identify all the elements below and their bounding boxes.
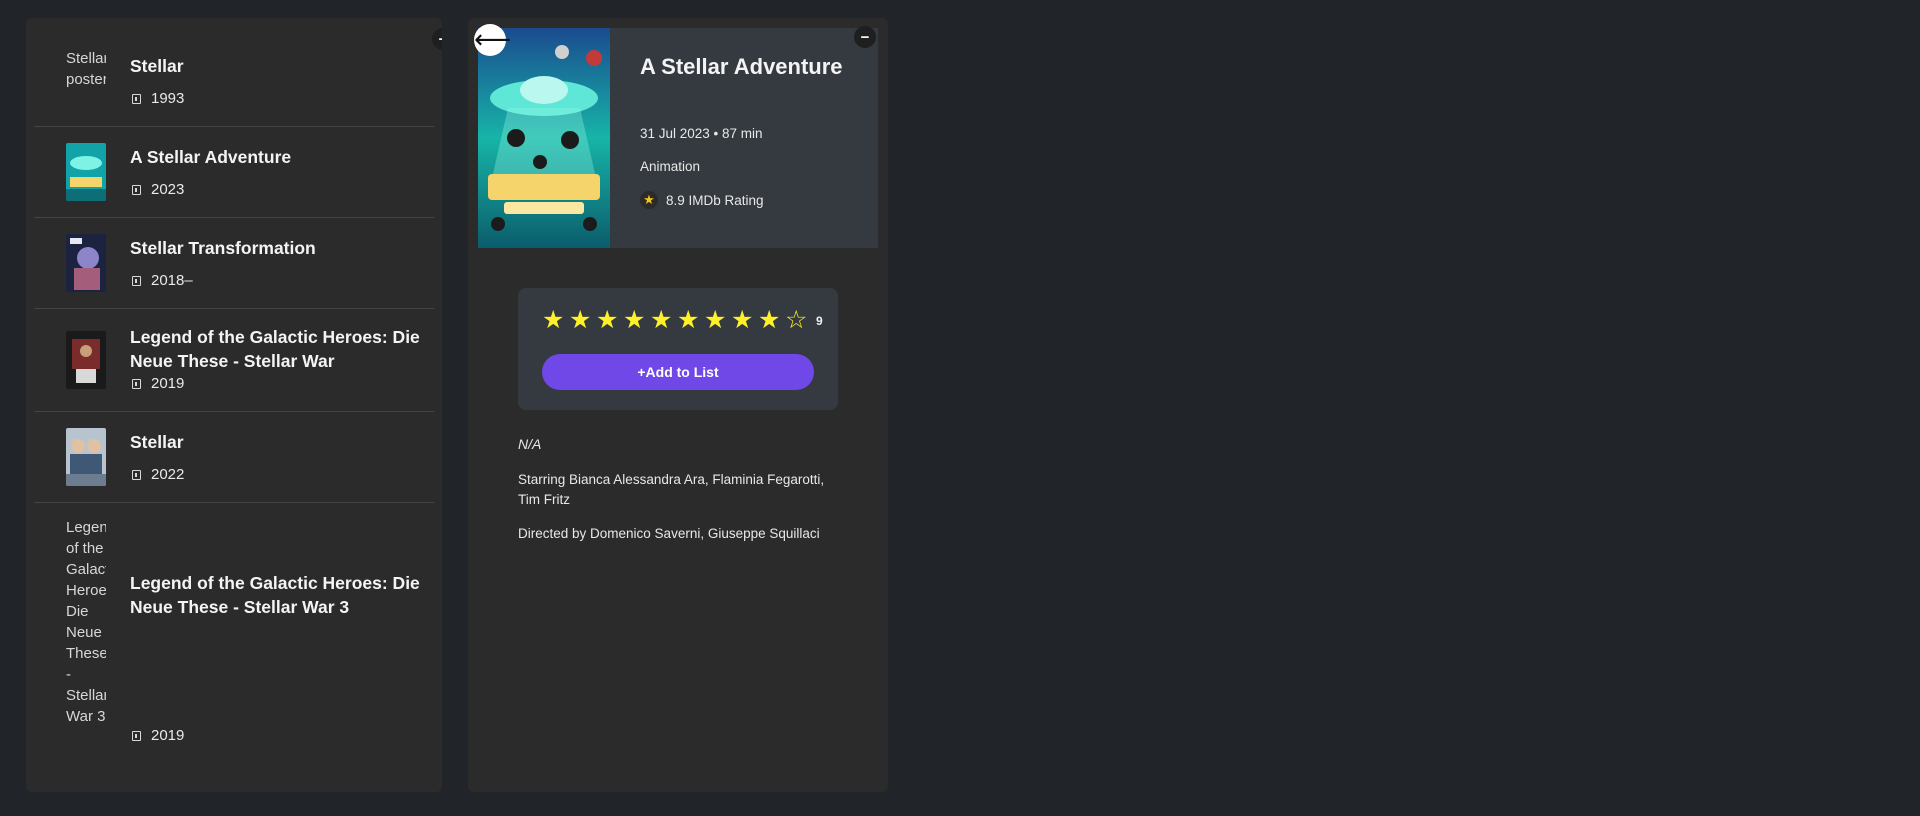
calendar-icon bbox=[132, 378, 141, 389]
add-to-list-button[interactable]: +Add to List bbox=[542, 354, 814, 390]
movie-poster bbox=[66, 331, 106, 389]
movie-hero: A Stellar Adventure 31 Jul 2023 • 87 min… bbox=[478, 28, 878, 248]
movie-list: Stellar poster Stellar 1993 A Stellar Ad… bbox=[34, 26, 434, 792]
movie-title: Legend of the Galactic Heroes: Die Neue … bbox=[130, 327, 420, 371]
year-text: 2022 bbox=[151, 466, 185, 483]
year-text: 2023 bbox=[151, 181, 185, 198]
movie-poster-broken: Legend of the Galactic Heroes: Die Neue … bbox=[66, 517, 106, 787]
directed-text: Directed by Domenico Saverni, Giuseppe S… bbox=[518, 526, 820, 541]
search-results-panel: − Stellar poster Stellar 1993 A Stellar bbox=[26, 18, 442, 792]
movie-title: A Stellar Adventure bbox=[640, 54, 843, 79]
release-info: 31 Jul 2023 • 87 min bbox=[640, 126, 763, 141]
movie-list-item[interactable]: A Stellar Adventure 2023 bbox=[34, 127, 434, 218]
movie-list-item[interactable]: Stellar Transformation 2018– bbox=[34, 218, 434, 309]
poster-image bbox=[66, 331, 106, 389]
movie-year: 2023 bbox=[132, 181, 184, 198]
plot-text: N/A bbox=[518, 436, 542, 452]
movie-list-item[interactable]: Legend of the Galactic Heroes: Die Neue … bbox=[34, 309, 434, 412]
movie-title: A Stellar Adventure bbox=[130, 147, 292, 167]
star-filled-icon[interactable]: ★ bbox=[569, 308, 596, 333]
calendar-icon bbox=[132, 469, 141, 480]
star-filled-icon[interactable]: ★ bbox=[704, 308, 731, 333]
year-text: 1993 bbox=[151, 90, 185, 107]
star-rating[interactable]: ★ ★ ★ ★ ★ ★ ★ ★ ★ ☆ 9 bbox=[542, 308, 823, 333]
poster-image bbox=[478, 28, 610, 248]
year-text: 2018– bbox=[151, 272, 193, 289]
movie-list-item[interactable]: Stellar 2022 bbox=[34, 412, 434, 503]
poster-alt-text: Stellar poster bbox=[66, 50, 106, 88]
movie-poster bbox=[478, 28, 610, 248]
back-button[interactable]: ⟵ bbox=[474, 24, 511, 56]
movie-year: 1993 bbox=[132, 90, 184, 107]
movie-title: Stellar bbox=[130, 56, 184, 76]
movie-poster bbox=[66, 428, 106, 486]
star-filled-icon[interactable]: ★ bbox=[623, 308, 650, 333]
poster-image bbox=[66, 143, 106, 201]
star-filled-icon[interactable]: ★ bbox=[596, 308, 623, 333]
imdb-rating-text: 8.9 IMDb Rating bbox=[666, 192, 764, 208]
movie-poster bbox=[66, 234, 106, 292]
star-filled-icon[interactable]: ★ bbox=[758, 308, 785, 333]
imdb-rating: ★ 8.9 IMDb Rating bbox=[640, 191, 764, 209]
calendar-icon bbox=[132, 275, 141, 286]
starring-text: Starring Bianca Alessandra Ara, Flaminia… bbox=[518, 472, 825, 507]
movie-list-item[interactable]: Stellar poster Stellar 1993 bbox=[34, 26, 434, 127]
rating-value: 9 bbox=[816, 313, 823, 328]
movie-list-item[interactable]: Legend of the Galactic Heroes: Die Neue … bbox=[34, 503, 434, 792]
poster-alt-text: Legend of the Galactic Heroes: Die Neue … bbox=[66, 519, 106, 725]
star-empty-icon[interactable]: ☆ bbox=[785, 308, 812, 333]
movie-title: Stellar bbox=[130, 432, 184, 452]
poster-image bbox=[66, 234, 106, 292]
movie-poster bbox=[66, 143, 106, 201]
year-text: 2019 bbox=[151, 727, 185, 744]
star-filled-icon[interactable]: ★ bbox=[731, 308, 758, 333]
star-filled-icon[interactable]: ★ bbox=[650, 308, 677, 333]
rating-card: ★ ★ ★ ★ ★ ★ ★ ★ ★ ☆ 9 +Add to List bbox=[518, 288, 838, 410]
calendar-icon bbox=[132, 730, 141, 741]
collapse-detail-button[interactable]: − bbox=[854, 26, 876, 48]
movie-year: 2019 bbox=[132, 727, 184, 744]
movie-year: 2019 bbox=[132, 375, 184, 392]
calendar-icon bbox=[132, 93, 141, 104]
star-icon: ★ bbox=[640, 191, 658, 209]
star-filled-icon[interactable]: ★ bbox=[542, 308, 569, 333]
movie-poster-broken: Stellar poster bbox=[66, 48, 106, 106]
movie-year: 2018– bbox=[132, 272, 193, 289]
movie-title: Stellar Transformation bbox=[130, 238, 316, 258]
movie-title: Legend of the Galactic Heroes: Die Neue … bbox=[130, 573, 420, 617]
star-filled-icon[interactable]: ★ bbox=[677, 308, 704, 333]
poster-image bbox=[66, 428, 106, 486]
year-text: 2019 bbox=[151, 375, 185, 392]
calendar-icon bbox=[132, 184, 141, 195]
genre: Animation bbox=[640, 159, 701, 174]
movie-detail-panel: A Stellar Adventure 31 Jul 2023 • 87 min… bbox=[468, 18, 888, 792]
movie-year: 2022 bbox=[132, 466, 184, 483]
